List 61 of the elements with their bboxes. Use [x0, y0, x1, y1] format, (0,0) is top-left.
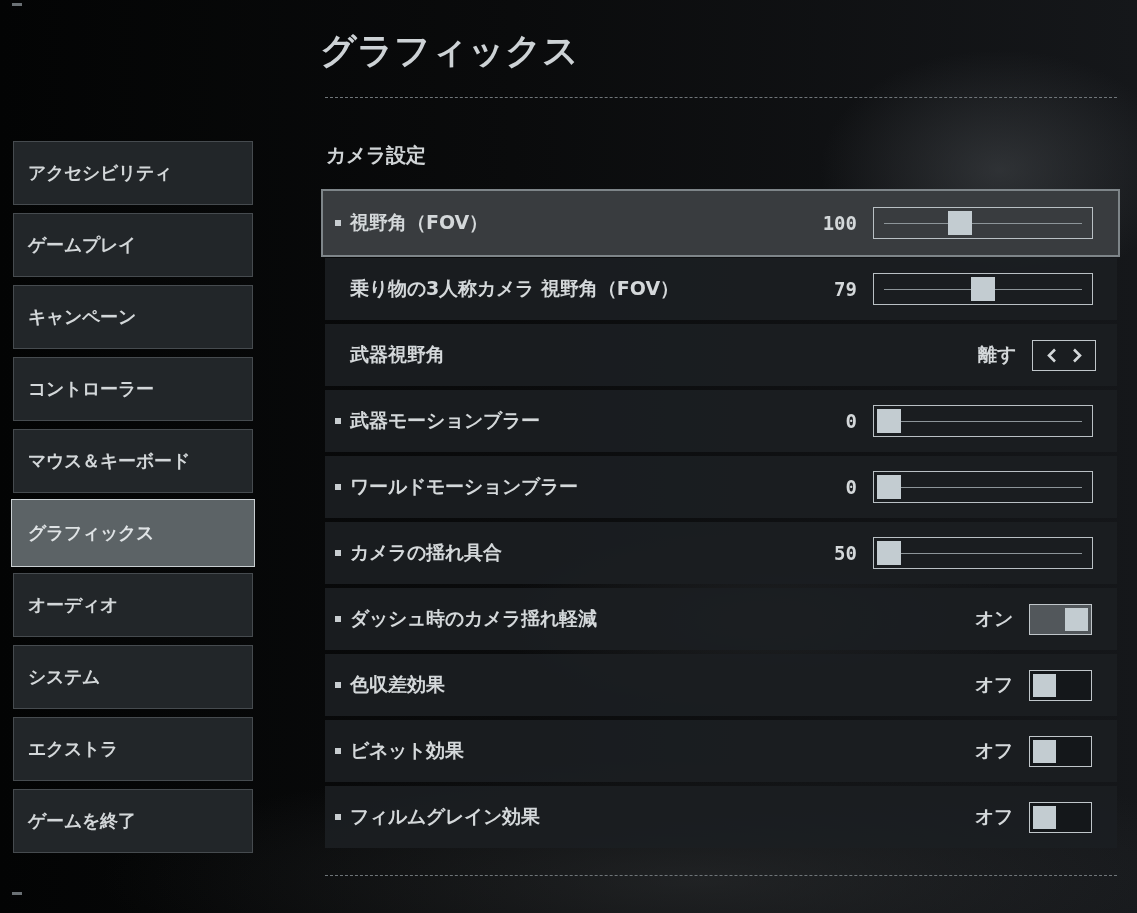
setting-label: ワールドモーションブラー	[350, 474, 579, 499]
setting-value: 0	[845, 476, 857, 498]
menu-item[interactable]: エクストラ	[13, 717, 253, 781]
setting-value: オン	[975, 606, 1013, 631]
setting-value: 0	[845, 410, 857, 432]
setting-label: 武器視野角	[350, 342, 446, 367]
slider-track[interactable]	[873, 207, 1093, 239]
menu-item[interactable]: コントローラー	[13, 357, 253, 421]
toggle-switch[interactable]	[1029, 735, 1092, 767]
setting-row[interactable]: カメラの揺れ具合 50	[325, 522, 1117, 584]
setting-value: 50	[834, 542, 857, 564]
setting-row[interactable]: 視野角（FOV） 100	[321, 189, 1120, 257]
setting-label: 乗り物の3人称カメラ 視野角（FOV）	[350, 276, 681, 301]
corner-mark-icon	[12, 892, 22, 895]
setting-row[interactable]: ダッシュ時のカメラ揺れ軽減 オン	[325, 588, 1117, 650]
setting-row[interactable]: 武器視野角 離す	[325, 324, 1117, 386]
slider-track[interactable]	[873, 405, 1093, 437]
setting-value: 79	[834, 278, 857, 300]
slider-thumb[interactable]	[877, 475, 901, 499]
chevron-right-icon[interactable]	[1071, 347, 1082, 363]
setting-row[interactable]: フィルムグレイン効果 オフ	[325, 786, 1117, 848]
menu-item[interactable]: ゲームを終了	[13, 789, 253, 853]
menu-item[interactable]: オーディオ	[13, 573, 253, 637]
setting-row[interactable]: ワールドモーションブラー 0	[325, 456, 1117, 518]
section-heading: カメラ設定	[326, 142, 427, 169]
slider-thumb[interactable]	[877, 409, 901, 433]
setting-row[interactable]: 武器モーションブラー 0	[325, 390, 1117, 452]
menu-item[interactable]: グラフィックス	[11, 499, 255, 567]
menu-item[interactable]: システム	[13, 645, 253, 709]
toggle-switch[interactable]	[1029, 669, 1092, 701]
slider-thumb[interactable]	[877, 541, 901, 565]
menu-item[interactable]: アクセシビリティ	[13, 141, 253, 205]
setting-value: 100	[822, 212, 857, 234]
menu-item[interactable]: ゲームプレイ	[13, 213, 253, 277]
setting-label: 武器モーションブラー	[350, 408, 541, 433]
slider-thumb[interactable]	[971, 277, 995, 301]
slider-track[interactable]	[873, 537, 1093, 569]
setting-value: オフ	[975, 804, 1013, 829]
setting-label: ビネット効果	[350, 738, 465, 763]
setting-row[interactable]: ビネット効果 オフ	[325, 720, 1117, 782]
slider-track[interactable]	[873, 273, 1093, 305]
option-selector[interactable]	[1032, 339, 1096, 371]
setting-label: フィルムグレイン効果	[350, 804, 541, 829]
chevron-left-icon[interactable]	[1046, 347, 1057, 363]
menu-item[interactable]: マウス＆キーボード	[13, 429, 253, 493]
page-title: グラフィックス	[320, 29, 580, 73]
slider-thumb[interactable]	[948, 211, 973, 235]
setting-value: オフ	[975, 672, 1013, 697]
slider-track[interactable]	[873, 471, 1093, 503]
setting-label: ダッシュ時のカメラ揺れ軽減	[350, 606, 598, 631]
corner-mark-icon	[12, 3, 22, 6]
setting-row[interactable]: 乗り物の3人称カメラ 視野角（FOV） 79	[325, 258, 1117, 320]
setting-label: 視野角（FOV）	[350, 210, 490, 235]
toggle-switch[interactable]	[1029, 603, 1092, 635]
setting-value: オフ	[975, 738, 1013, 763]
setting-row[interactable]: 色収差効果 オフ	[325, 654, 1117, 716]
toggle-switch[interactable]	[1029, 801, 1092, 833]
setting-value: 離す	[978, 342, 1016, 367]
setting-label: カメラの揺れ具合	[350, 540, 503, 565]
setting-label: 色収差効果	[350, 672, 446, 697]
menu-item[interactable]: キャンペーン	[13, 285, 253, 349]
